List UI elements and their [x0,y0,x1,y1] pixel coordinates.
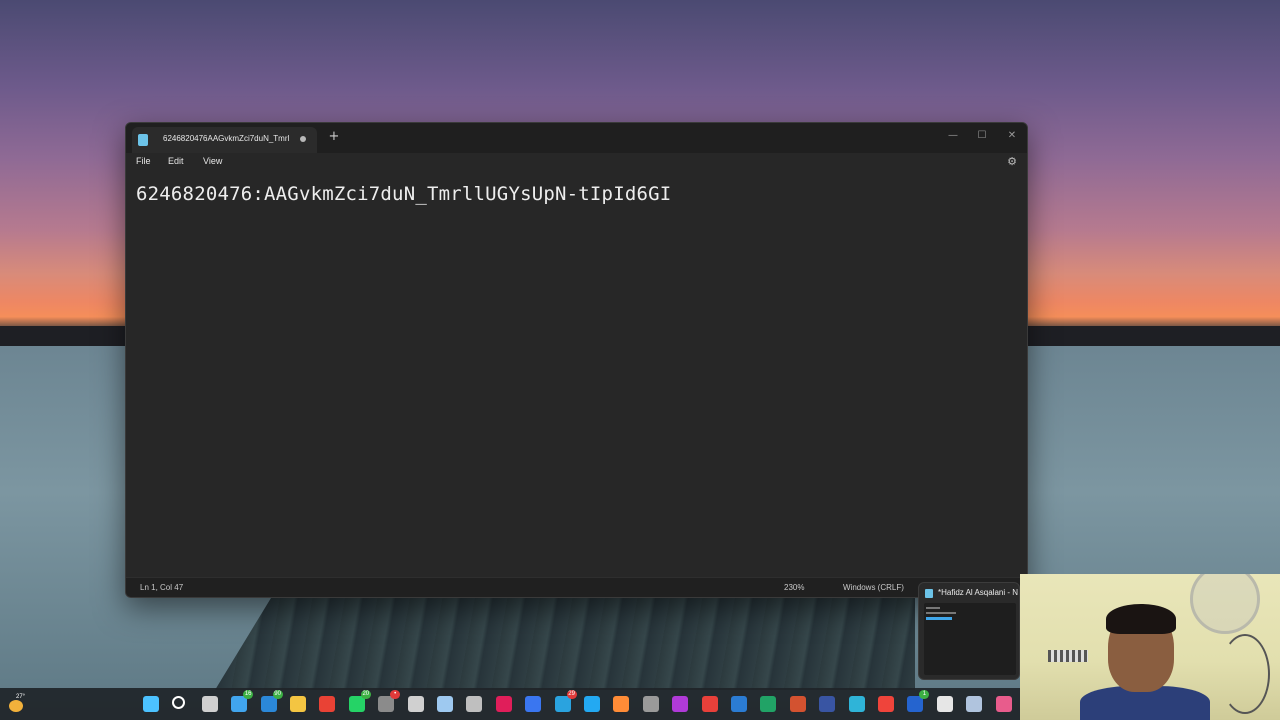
settings-gear-icon[interactable]: ⚙ [1007,155,1017,168]
widgets-icon[interactable]: 16 [231,690,254,712]
menu-file[interactable]: File [136,156,151,166]
terminal-icon[interactable] [642,696,659,712]
maximize-button[interactable]: ☐ [967,126,997,146]
tab-title: 6246820476AAGvkmZci7duN_Tmrl [163,134,290,143]
temperature: 27° [16,694,26,700]
preview-body [924,603,1016,675]
chrome-icon[interactable] [319,696,336,712]
preview-title: *Hafidz Al Asqalani - N [938,588,1019,597]
preview-selection [926,617,952,620]
shoreline-right [1028,326,1280,346]
edge-icon[interactable] [848,696,865,712]
weather-widget[interactable]: 27° [6,692,30,716]
drive-icon[interactable] [466,696,483,712]
taskbar: 27° 16 90 20 • 29 1 [0,688,1020,720]
zoom-level[interactable]: 230% [784,583,804,592]
weather-sun-icon [9,700,23,712]
new-tab-button[interactable]: + [326,129,342,145]
menu-edit[interactable]: Edit [168,156,184,166]
notification-badge: • [390,690,401,699]
excel-icon[interactable] [760,696,777,712]
vscode-icon[interactable] [584,696,600,712]
capcut-icon[interactable] [936,696,953,712]
notification-badge: 16 [243,690,254,699]
jetbrains-icon[interactable] [672,696,689,712]
person-hair [1106,604,1176,634]
file-explorer-icon[interactable] [290,696,306,712]
unity-icon[interactable] [407,696,424,712]
title-bar[interactable]: 6246820476AAGvkmZci7duN_Tmrl + — ☐ ✕ [126,123,1027,153]
wall-vent [1048,650,1088,662]
hanging-wire [1220,634,1270,714]
search-icon[interactable] [172,696,186,709]
taskbar-preview-thumbnail[interactable]: *Hafidz Al Asqalani - N [918,582,1020,680]
visio-icon[interactable] [819,696,836,712]
windows-start-icon[interactable] [143,696,159,712]
menu-bar: File Edit View ⚙ [126,153,1027,171]
notification-badge: 20 [360,690,371,699]
todo-icon[interactable]: 1 [907,690,930,712]
whatsapp-icon[interactable]: 20 [348,690,371,712]
shoreline-left [0,326,125,346]
notepad-icon [925,589,933,598]
cursor-position: Ln 1, Col 47 [140,583,184,592]
word-icon[interactable] [731,696,747,712]
wps-icon[interactable] [701,696,718,712]
telegram-icon[interactable]: 29 [554,690,577,712]
webcam-overlay [1020,574,1280,720]
notification-badge: 90 [272,690,283,699]
signal-icon[interactable] [525,696,542,712]
notepad-icon [138,134,148,146]
wooden-pier [215,598,915,690]
document-content[interactable]: 6246820476:AAGvkmZci7duN_TmrllUGYsUpN-tI… [136,183,671,205]
wall-fan [1190,574,1260,634]
slack-icon[interactable] [495,696,512,712]
menu-view[interactable]: View [203,156,222,166]
github-desktop-icon[interactable]: • [378,690,401,712]
unsaved-dot-icon[interactable] [300,136,306,142]
minimize-button[interactable]: — [938,126,968,146]
notification-badge: 1 [919,690,930,699]
3d-viewer-icon[interactable] [995,696,1012,712]
notification-badge: 29 [566,690,577,699]
virtualbox-icon[interactable] [966,696,983,712]
photos-icon[interactable] [437,696,453,712]
mail-icon[interactable]: 90 [260,690,283,712]
line-ending[interactable]: Windows (CRLF) [843,583,904,592]
anydesk-icon[interactable] [878,696,894,712]
powerpoint-icon[interactable] [789,696,806,712]
status-bar: Ln 1, Col 47 230% Windows (CRLF) [126,577,1027,597]
text-editor[interactable]: 6246820476:AAGvkmZci7duN_TmrllUGYsUpN-tI… [126,171,1027,579]
tab-document[interactable]: 6246820476AAGvkmZci7duN_Tmrl [132,127,317,153]
preview-line [926,612,956,614]
close-button[interactable]: ✕ [997,126,1027,146]
preview-line [926,607,940,609]
notepad-window: 6246820476AAGvkmZci7duN_Tmrl + — ☐ ✕ Fil… [125,122,1028,598]
task-view-icon[interactable] [201,696,218,712]
postman-icon[interactable] [613,696,630,712]
